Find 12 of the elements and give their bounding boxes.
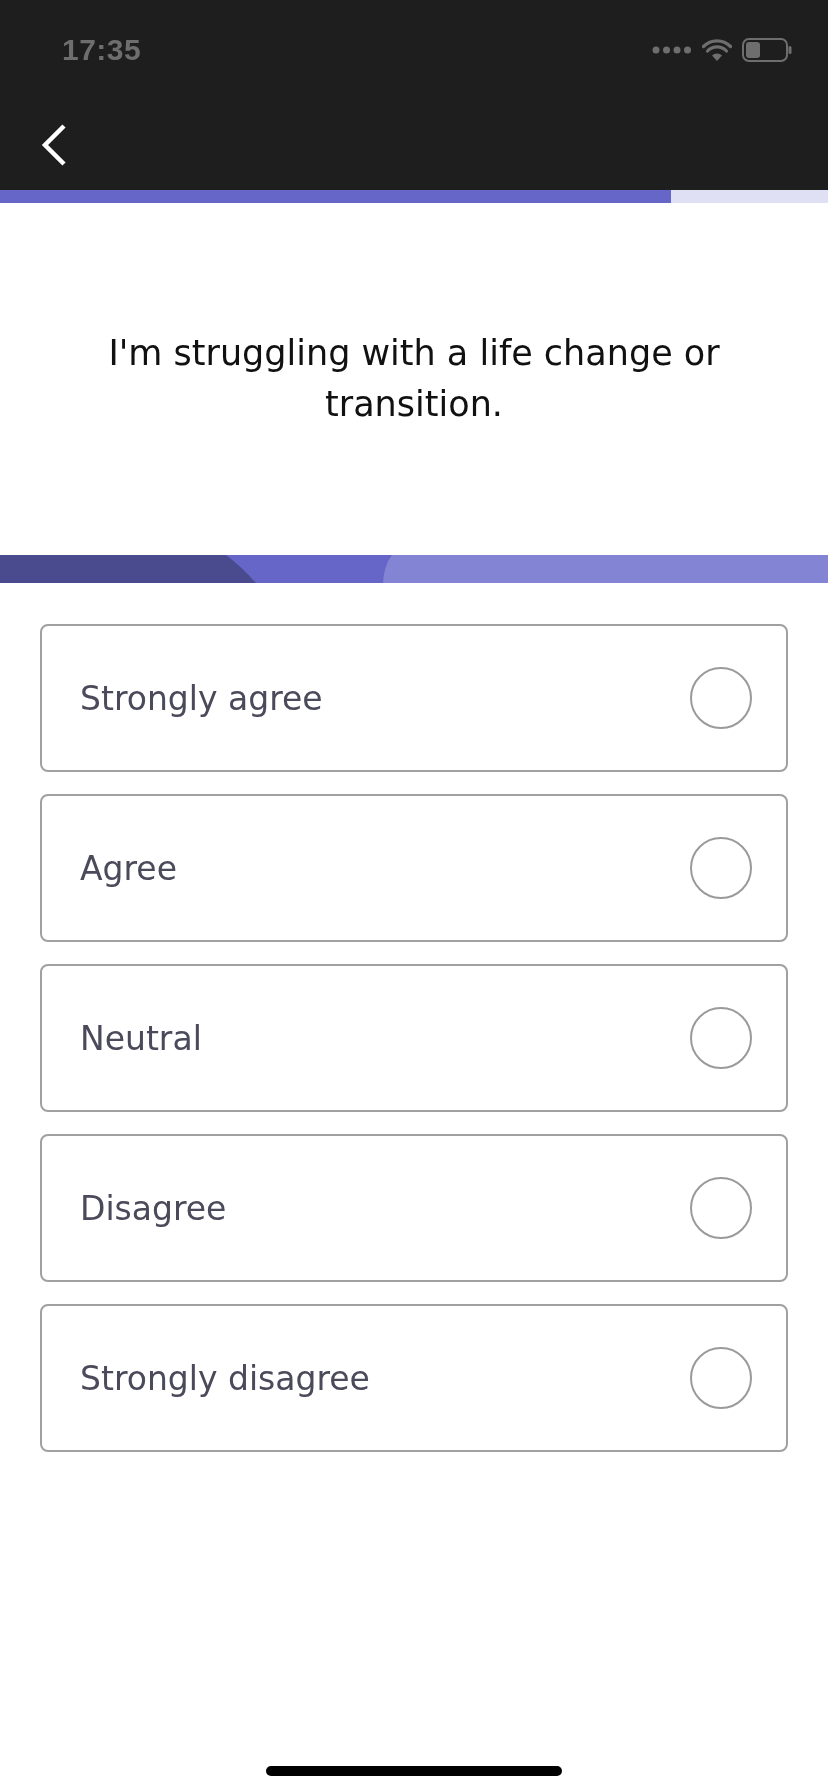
back-button[interactable] bbox=[40, 124, 68, 166]
answer-option[interactable]: Agree bbox=[40, 794, 788, 942]
back-chevron-icon bbox=[41, 124, 67, 166]
status-time: 17:35 bbox=[62, 33, 142, 67]
wifi-icon bbox=[702, 39, 732, 61]
answer-option[interactable]: Disagree bbox=[40, 1134, 788, 1282]
battery-icon bbox=[742, 38, 792, 62]
signal-icon bbox=[652, 46, 692, 54]
answer-option[interactable]: Strongly disagree bbox=[40, 1304, 788, 1452]
answer-option[interactable]: Neutral bbox=[40, 964, 788, 1112]
answer-option[interactable]: Strongly agree bbox=[40, 624, 788, 772]
question-text: I'm struggling with a life change or transition. bbox=[107, 332, 721, 426]
